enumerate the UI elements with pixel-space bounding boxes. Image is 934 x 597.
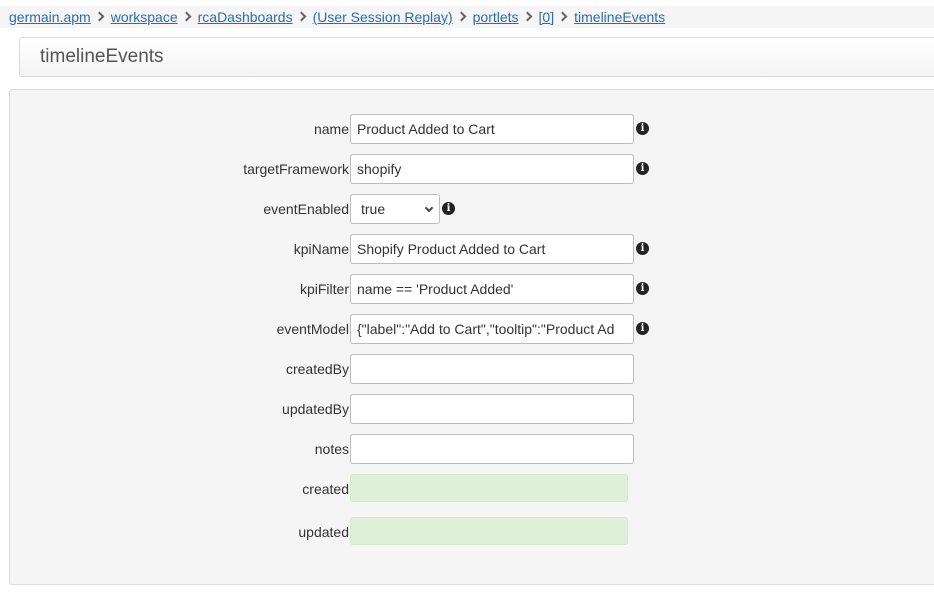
form-row-updated: updated — [10, 517, 934, 547]
name-input[interactable] — [350, 114, 634, 144]
event-enabled-selected-value: true — [361, 201, 386, 217]
info-icon[interactable]: i — [636, 122, 649, 135]
name-label: name — [313, 121, 349, 137]
event-model-label: eventModel — [276, 321, 349, 337]
kpi-name-input[interactable] — [350, 234, 634, 264]
chevron-right-icon — [296, 11, 310, 23]
breadcrumb-link-timelineevents[interactable]: timelineEvents — [574, 9, 665, 25]
form-row-created: created — [10, 474, 934, 504]
event-model-input[interactable] — [350, 314, 634, 344]
target-framework-input[interactable] — [350, 154, 634, 184]
form-row-event-model: eventModel i — [10, 314, 934, 344]
breadcrumb-link-workspace[interactable]: workspace — [111, 9, 178, 25]
form-row-kpi-name: kpiName i — [10, 234, 934, 264]
form-row-notes: notes — [10, 434, 934, 464]
chevron-right-icon — [557, 11, 571, 23]
updated-by-input[interactable] — [350, 394, 634, 424]
created-label: created — [302, 481, 349, 497]
notes-input[interactable] — [350, 434, 634, 464]
breadcrumb-link-portlets[interactable]: portlets — [473, 9, 519, 25]
kpi-filter-label: kpiFilter — [299, 281, 349, 297]
chevron-right-icon — [94, 11, 108, 23]
form-row-updated-by: updatedBy — [10, 394, 934, 424]
updated-label: updated — [298, 524, 349, 540]
target-framework-label: targetFramework — [243, 161, 349, 177]
kpi-filter-input[interactable] — [350, 274, 634, 304]
notes-label: notes — [314, 441, 349, 457]
breadcrumb-link-rcadashboards[interactable]: rcaDashboards — [198, 9, 293, 25]
form-row-event-enabled: eventEnabled true i — [10, 194, 934, 224]
chevron-right-icon — [456, 11, 470, 23]
event-enabled-label: eventEnabled — [263, 201, 349, 217]
form-panel: name i targetFramework i eventEnabled tr… — [9, 89, 934, 585]
info-icon[interactable]: i — [636, 322, 649, 335]
event-enabled-select[interactable]: true — [350, 194, 440, 224]
chevron-right-icon — [522, 11, 536, 23]
chevron-right-icon — [181, 11, 195, 23]
breadcrumb-link-user-session-replay[interactable]: (User Session Replay) — [313, 9, 453, 25]
form-row-target-framework: targetFramework i — [10, 154, 934, 184]
updated-by-label: updatedBy — [282, 401, 349, 417]
form-row-created-by: createdBy — [10, 354, 934, 384]
kpi-name-label: kpiName — [293, 241, 349, 257]
updated-readonly-field — [350, 517, 628, 545]
info-icon[interactable]: i — [636, 162, 649, 175]
page-title: timelineEvents — [19, 37, 934, 77]
created-readonly-field — [350, 474, 628, 502]
info-icon[interactable]: i — [636, 242, 649, 255]
chevron-down-icon — [424, 203, 434, 213]
breadcrumb: germain.apm workspace rcaDashboards (Use… — [0, 6, 934, 28]
form-row-name: name i — [10, 114, 934, 144]
created-by-input[interactable] — [350, 354, 634, 384]
info-icon[interactable]: i — [442, 202, 455, 215]
breadcrumb-link-index-0[interactable]: [0] — [539, 9, 555, 25]
form-row-kpi-filter: kpiFilter i — [10, 274, 934, 304]
info-icon[interactable]: i — [636, 282, 649, 295]
breadcrumb-link-germain-apm[interactable]: germain.apm — [9, 9, 91, 25]
created-by-label: createdBy — [285, 361, 349, 377]
